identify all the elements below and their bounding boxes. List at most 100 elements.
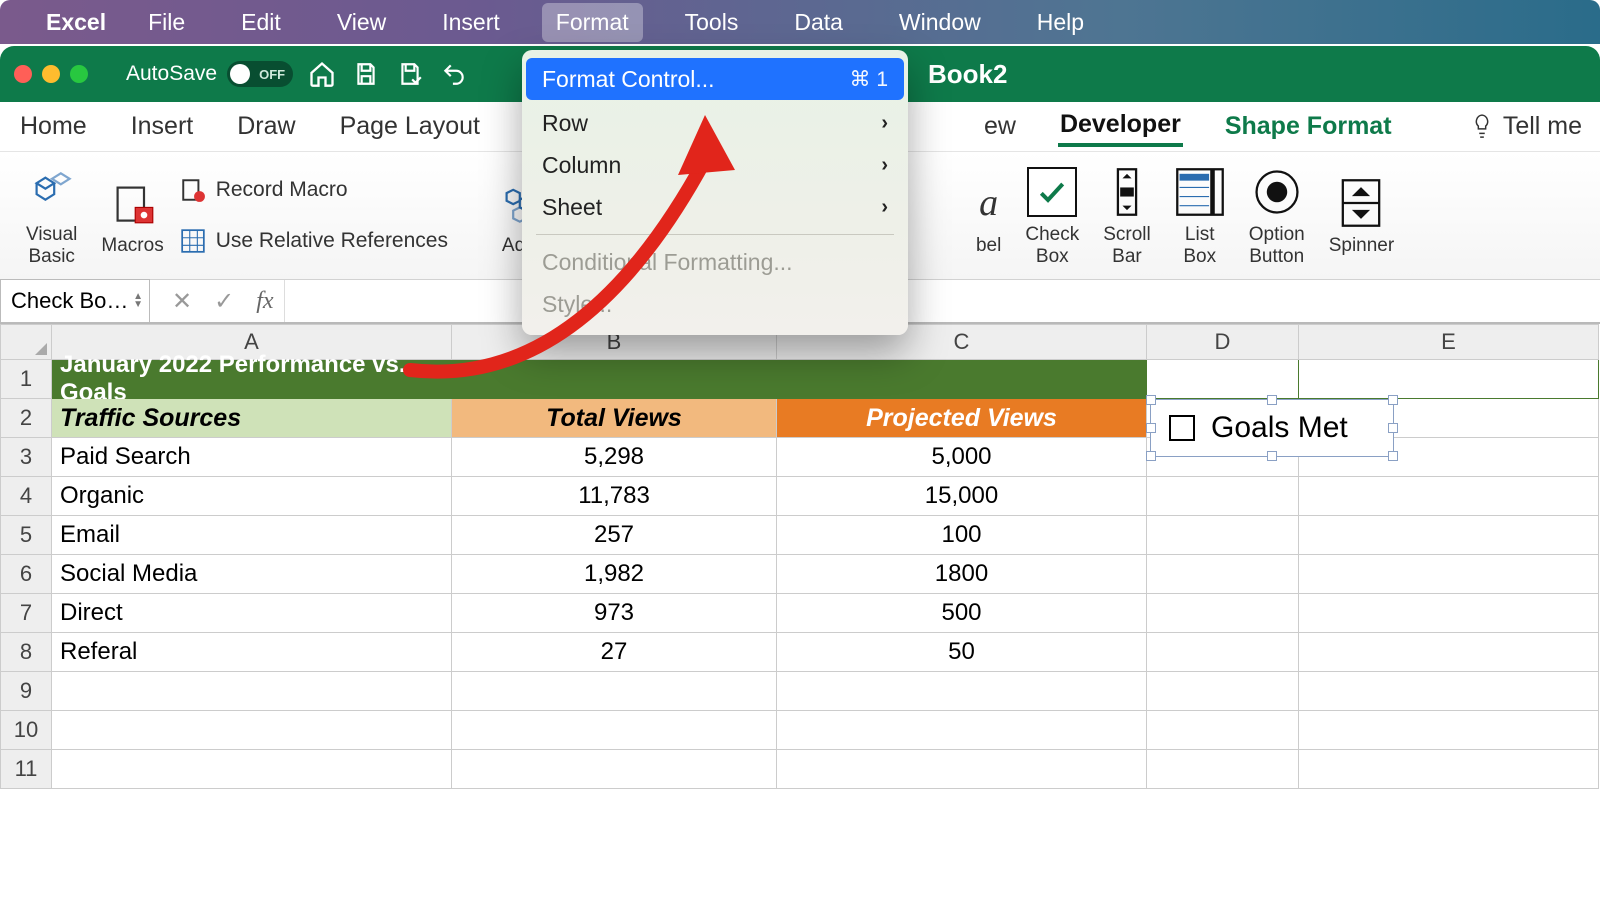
col-header-d[interactable]: D [1147, 324, 1299, 360]
cell[interactable] [452, 672, 777, 711]
cell[interactable] [1147, 555, 1299, 594]
row-header[interactable]: 1 [0, 360, 52, 399]
selection-handle-icon[interactable] [1388, 423, 1398, 433]
undo-icon[interactable] [439, 59, 469, 89]
toggle-switch[interactable]: OFF [227, 61, 293, 87]
macros-button[interactable]: Macros [89, 175, 175, 257]
cell[interactable] [452, 360, 777, 399]
save-icon[interactable] [351, 59, 381, 89]
cell[interactable]: 11,783 [452, 477, 777, 516]
record-macro-button[interactable]: Record Macro [180, 171, 448, 210]
cell[interactable]: 5,298 [452, 438, 777, 477]
selection-handle-icon[interactable] [1388, 395, 1398, 405]
checkbox-icon[interactable] [1169, 415, 1195, 441]
cell[interactable] [52, 672, 452, 711]
menu-help[interactable]: Help [1023, 3, 1098, 42]
formula-input[interactable] [284, 280, 1600, 322]
cell[interactable] [777, 750, 1147, 789]
scrollbar-control-button[interactable]: ScrollBar [1091, 164, 1163, 268]
menu-window[interactable]: Window [885, 3, 995, 42]
cell[interactable] [1147, 672, 1299, 711]
cell[interactable]: 1800 [777, 555, 1147, 594]
cell[interactable]: 50 [777, 633, 1147, 672]
tab-partial[interactable]: ew [982, 108, 1018, 145]
menu-data[interactable]: Data [780, 3, 857, 42]
autosave-toggle[interactable]: AutoSave OFF [126, 61, 293, 87]
cell[interactable] [452, 711, 777, 750]
tell-me[interactable]: Tell me [1471, 112, 1582, 141]
cell[interactable]: January 2022 Performance vs. Goals [52, 360, 452, 399]
menu-edit[interactable]: Edit [227, 3, 295, 42]
cell[interactable]: Referal [52, 633, 452, 672]
name-box[interactable]: Check Bo… ▲▼ [0, 279, 150, 323]
visual-basic-button[interactable]: VisualBasic [14, 164, 89, 268]
cell[interactable]: 27 [452, 633, 777, 672]
name-box-stepper-icon[interactable]: ▲▼ [133, 293, 143, 309]
selection-handle-icon[interactable] [1146, 395, 1156, 405]
fx-icon[interactable]: fx [256, 288, 273, 315]
cell[interactable]: 100 [777, 516, 1147, 555]
cell[interactable] [452, 750, 777, 789]
tab-insert[interactable]: Insert [129, 108, 196, 145]
row-header[interactable]: 2 [0, 399, 52, 438]
optionbutton-control-button[interactable]: OptionButton [1237, 164, 1317, 268]
cell[interactable]: Email [52, 516, 452, 555]
menu-view[interactable]: View [323, 3, 400, 42]
selection-handle-icon[interactable] [1267, 451, 1277, 461]
cell[interactable] [1299, 633, 1599, 672]
row-header[interactable]: 8 [0, 633, 52, 672]
menu-format[interactable]: Format [542, 3, 643, 42]
tab-shape-format[interactable]: Shape Format [1223, 108, 1394, 145]
cell[interactable]: Social Media [52, 555, 452, 594]
cell[interactable]: Traffic Sources [52, 399, 452, 438]
row-header[interactable]: 4 [0, 477, 52, 516]
row-header[interactable]: 6 [0, 555, 52, 594]
cell[interactable] [1299, 516, 1599, 555]
goals-met-checkbox-control[interactable]: Goals Met [1150, 399, 1394, 457]
cell[interactable] [1299, 555, 1599, 594]
cell[interactable]: 1,982 [452, 555, 777, 594]
home-icon[interactable] [307, 59, 337, 89]
row-header[interactable]: 5 [0, 516, 52, 555]
cell[interactable] [777, 711, 1147, 750]
menu-tools[interactable]: Tools [671, 3, 753, 42]
tab-developer[interactable]: Developer [1058, 106, 1183, 147]
cell[interactable]: Projected Views [777, 399, 1147, 438]
menu-insert[interactable]: Insert [428, 3, 514, 42]
listbox-control-button[interactable]: ListBox [1163, 164, 1237, 268]
cell[interactable]: 5,000 [777, 438, 1147, 477]
menubar-app[interactable]: Excel [46, 9, 106, 36]
cell[interactable] [1299, 594, 1599, 633]
cell[interactable]: Total Views [452, 399, 777, 438]
cell[interactable] [1299, 672, 1599, 711]
cell[interactable] [1299, 360, 1599, 399]
cell[interactable] [777, 672, 1147, 711]
selection-handle-icon[interactable] [1267, 395, 1277, 405]
save-as-icon[interactable] [395, 59, 425, 89]
cell[interactable] [1147, 711, 1299, 750]
cell[interactable] [1147, 750, 1299, 789]
selection-handle-icon[interactable] [1146, 451, 1156, 461]
cell[interactable]: 15,000 [777, 477, 1147, 516]
cell[interactable] [1299, 750, 1599, 789]
row-header[interactable]: 7 [0, 594, 52, 633]
label-control-button[interactable]: a bel [976, 175, 1013, 257]
cell[interactable] [1147, 477, 1299, 516]
cell[interactable] [52, 711, 452, 750]
cell[interactable]: 973 [452, 594, 777, 633]
close-window-icon[interactable] [14, 65, 32, 83]
use-relative-references-button[interactable]: Use Relative References [180, 222, 448, 261]
cell[interactable] [52, 750, 452, 789]
zoom-window-icon[interactable] [70, 65, 88, 83]
selection-handle-icon[interactable] [1388, 451, 1398, 461]
cell[interactable]: 500 [777, 594, 1147, 633]
tab-page-layout[interactable]: Page Layout [338, 108, 482, 145]
cell[interactable] [1147, 633, 1299, 672]
cell[interactable] [1147, 594, 1299, 633]
tab-draw[interactable]: Draw [235, 108, 297, 145]
cell[interactable]: Direct [52, 594, 452, 633]
cell[interactable]: Organic [52, 477, 452, 516]
row-header[interactable]: 3 [0, 438, 52, 477]
menu-sheet[interactable]: Sheet › [522, 186, 908, 228]
cell[interactable] [1299, 711, 1599, 750]
